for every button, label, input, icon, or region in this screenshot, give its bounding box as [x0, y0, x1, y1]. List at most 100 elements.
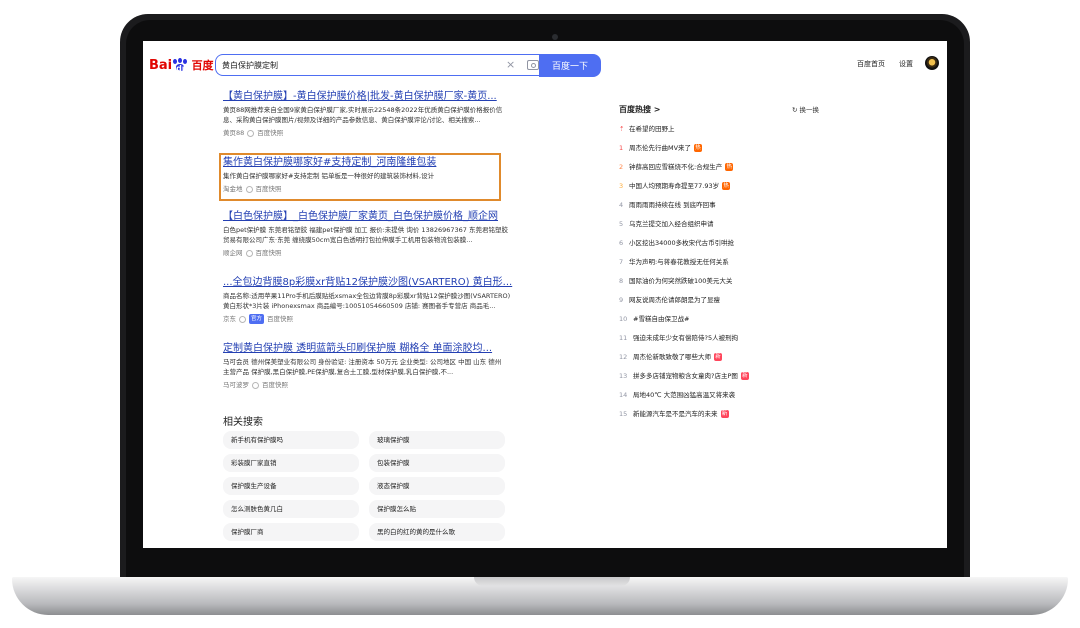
snapshot-icon	[239, 315, 246, 323]
snapshot-icon	[247, 129, 255, 137]
hot-item[interactable]: 15 新能源汽车是不是汽车的未来新	[619, 409, 829, 419]
related-item[interactable]: 彩装膜厂家直销	[223, 454, 359, 472]
hot-item-text: 雨雨雨雨持续在线 到底咋回事	[629, 201, 716, 209]
hot-item[interactable]: 10 #雪糕自由保卫战#	[619, 314, 829, 324]
hot-item-rank: 13	[619, 372, 628, 380]
baidu-logo[interactable]: Bai du 百度	[149, 55, 214, 75]
browser-screen: Bai du 百度 × 百度一下 百度首页 设置 【黄白保护膜】-黄白保护膜价格…	[143, 41, 947, 548]
result-source: 京东 官方 百度快照	[223, 314, 294, 324]
hot-item-rank: 14	[619, 391, 628, 399]
official-tag: 官方	[249, 314, 265, 324]
hot-item-rank: 8	[619, 277, 624, 285]
related-item[interactable]: 保护膜怎么贴	[369, 500, 505, 518]
result-title[interactable]: 集作黄白保护膜哪家好#支持定制_河南隆维包装	[223, 157, 553, 169]
search-input[interactable]	[222, 58, 482, 72]
hot-item-pinned[interactable]: ⇡ 在希望的田野上	[619, 124, 829, 134]
hot-item-rank: 12	[619, 353, 628, 361]
pin-icon: ⇡	[619, 125, 625, 133]
hot-item[interactable]: 3 中国人均预期寿命提至77.93岁热	[619, 181, 829, 191]
hot-item-text: 强迫未成年少女有偿陪侍?5人被刑拘	[633, 334, 739, 342]
snapshot-icon	[252, 381, 259, 389]
hot-item[interactable]: 2 钟薛高回应雪糕烧不化:合规生产热	[619, 162, 829, 172]
result-desc: 白色pet保护膜 东莞君铭塑胶 福建pet保护膜 加工 报价:未提供 询价 13…	[223, 226, 508, 244]
hot-list: 1 周杰伦先行曲MV来了热 2 钟薛高回应雪糕烧不化:合规生产热 3 中国人均预期寿命提至…	[619, 143, 829, 419]
webcam-icon	[552, 34, 558, 40]
logo-text-baidu: 百度	[191, 59, 214, 72]
top-links: 百度首页 设置	[857, 59, 913, 69]
hot-item[interactable]: 9 网友说周杰伦请郎朗是为了显瘦	[619, 295, 829, 305]
avatar[interactable]	[925, 56, 939, 70]
search-result-3: 【白色保护膜】_白色保护膜厂家黄页_白色保护膜价格_顺企网 白色pet保护膜 东…	[223, 211, 553, 258]
hot-badge: 新	[720, 410, 729, 418]
hot-item-rank: 4	[619, 201, 624, 209]
snapshot-icon	[245, 249, 253, 257]
hot-search-panel: 百度热搜 > ↻ 换一换 ⇡ 在希望的田野上 1 周杰伦先行曲MV来了热 2 钟薛高回应…	[619, 104, 829, 419]
result-source: 顺企网 百度快照	[223, 249, 282, 257]
hot-item[interactable]: 8 国际油价为何突然跌破100美元大关	[619, 276, 829, 286]
hot-item-rank: 11	[619, 334, 628, 342]
logo-text-bai: Bai	[149, 57, 173, 73]
hot-item-text: 周杰伦先行曲MV来了	[629, 144, 692, 152]
related-item[interactable]: 新手机有保护膜吗	[223, 431, 359, 449]
result-title[interactable]: 【黄白保护膜】-黄白保护膜价格|批发-黄白保护膜厂家-黄页...	[223, 91, 553, 103]
related-item[interactable]: 怎么测肤色黄几白	[223, 500, 359, 518]
search-result-4: ...全包边背膜8p彩膜xr背贴12保护膜沙图(VSARTERO) 黄白形...…	[223, 277, 553, 324]
refresh-icon: ↻	[791, 106, 798, 114]
search-result-5: 定制黄白保护膜 透明蓝箭头印刷保护膜 糊格全 单面涂胶均... 马可会员 德州保…	[223, 343, 553, 390]
result-desc: 商品名称:适用苹果11Pro手机后膜贴纸xsmax全包边背膜8p彩膜xr背贴12…	[223, 292, 511, 310]
clear-icon[interactable]: ×	[506, 58, 515, 72]
result-title[interactable]: 【白色保护膜】_白色保护膜厂家黄页_白色保护膜价格_顺企网	[223, 211, 553, 223]
home-link[interactable]: 百度首页	[857, 59, 885, 69]
hot-item-text: 新能源汽车是不是汽车的未来	[633, 410, 718, 418]
result-source: 黄页88 百度快照	[223, 129, 284, 137]
related-item[interactable]: 黑的白的红的黄的是什么歌	[369, 523, 505, 541]
hot-item[interactable]: 14 局地40℃ 大范围凶猛高温又将来袭	[619, 390, 829, 400]
search-button[interactable]: 百度一下	[539, 54, 601, 77]
result-desc: 集作黄白保护膜哪家好#支持定制 铝单板是一种很好的建筑装饰材料,设计	[223, 172, 435, 180]
result-title[interactable]: 定制黄白保护膜 透明蓝箭头印刷保护膜 糊格全 单面涂胶均...	[223, 343, 553, 355]
hot-item-text: 华为声明:与蒋春花教授无任何关系	[629, 258, 729, 266]
hot-item-rank: 1	[619, 144, 624, 152]
settings-link[interactable]: 设置	[899, 59, 913, 69]
hot-item[interactable]: 13 拼多多店铺宠物粮含女童肉?店主P图新	[619, 371, 829, 381]
hot-item[interactable]: 6 小区挖出34000多枚宋代古币引哄抢	[619, 238, 829, 248]
hot-item-text: 乌克兰提交加入经合组织申请	[629, 220, 714, 228]
related-item[interactable]: 保护膜生产设备	[223, 477, 359, 495]
search-box[interactable]: ×	[215, 54, 547, 76]
result-title[interactable]: ...全包边背膜8p彩膜xr背贴12保护膜沙图(VSARTERO) 黄白形...	[223, 277, 553, 289]
hot-item-text: 中国人均预期寿命提至77.93岁	[629, 182, 720, 190]
hot-item-text: #雪糕自由保卫战#	[633, 315, 690, 323]
hot-badge: 热	[722, 182, 731, 190]
hot-item-rank: 15	[619, 410, 628, 418]
related-item[interactable]: 保护膜厂商	[223, 523, 359, 541]
related-item[interactable]: 液态保护膜	[369, 477, 505, 495]
hot-badge: 新	[714, 353, 722, 361]
hot-search-title[interactable]: 百度热搜 >	[619, 104, 661, 115]
hot-item[interactable]: 11 强迫未成年少女有偿陪侍?5人被刑拘	[619, 333, 829, 343]
hot-item-text: 拼多多店铺宠物粮含女童肉?店主P图	[633, 372, 738, 380]
result-source: 马可波罗 百度快照	[223, 381, 288, 389]
camera-icon[interactable]	[527, 60, 539, 70]
related-item[interactable]: 玻璃保护膜	[369, 431, 505, 449]
related-searches-title: 相关搜索	[223, 417, 263, 428]
hot-item-text: 局地40℃ 大范围凶猛高温又将来袭	[633, 391, 736, 399]
hot-badge: 新	[740, 372, 749, 380]
hot-item-text: 钟薛高回应雪糕烧不化:合规生产	[629, 163, 723, 171]
hot-item-text: 网友说周杰伦请郎朗是为了显瘦	[629, 296, 720, 304]
hot-item-text: 国际油价为何突然跌破100美元大关	[629, 277, 733, 285]
search-header: Bai du 百度 × 百度一下 百度首页 设置	[143, 41, 947, 91]
result-source: 淘金地 百度快照	[223, 185, 282, 193]
related-item[interactable]: 包装保护膜	[369, 454, 505, 472]
hot-item[interactable]: 5 乌克兰提交加入经合组织申请	[619, 219, 829, 229]
hot-item[interactable]: 12 周杰伦新歌致敬了哪些大师新	[619, 352, 829, 362]
hot-item[interactable]: 1 周杰伦先行曲MV来了热	[619, 143, 829, 153]
related-searches: 新手机有保护膜吗 玻璃保护膜 彩装膜厂家直销 包装保护膜 保护膜生产设备 液态保…	[223, 431, 513, 541]
hot-item[interactable]: 4 雨雨雨雨持续在线 到底咋回事	[619, 200, 829, 210]
hot-item-text: 小区挖出34000多枚宋代古币引哄抢	[629, 239, 735, 247]
hot-item[interactable]: 7 华为声明:与蒋春花教授无任何关系	[619, 257, 829, 267]
hot-item-rank: 5	[619, 220, 624, 228]
snapshot-icon	[245, 185, 253, 193]
hot-badge: 热	[694, 144, 703, 152]
refresh-button[interactable]: ↻ 换一换	[792, 104, 819, 115]
hot-item-rank: 7	[619, 258, 624, 266]
